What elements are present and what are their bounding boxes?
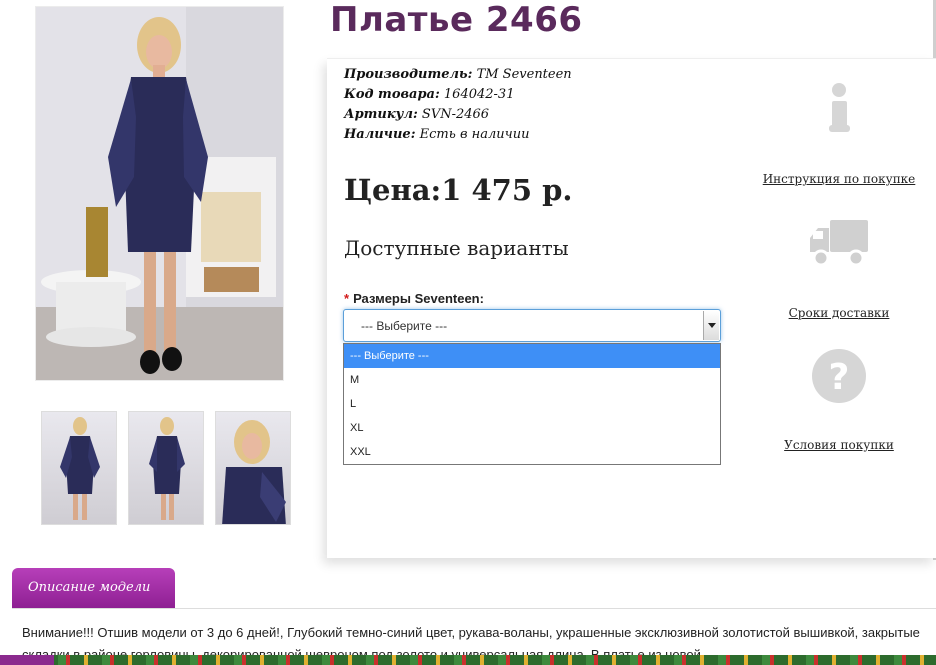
product-thumbnail[interactable] xyxy=(128,411,204,525)
decorative-corner xyxy=(0,655,54,665)
product-title: Платье 2466 xyxy=(330,0,583,40)
product-main-image[interactable] xyxy=(35,6,284,381)
tab-description-label: Описание модели xyxy=(28,580,151,595)
spec-article: Артикул: SVN-2466 xyxy=(344,107,490,122)
chevron-down-icon[interactable] xyxy=(703,311,719,340)
tab-divider xyxy=(12,608,936,609)
required-mark: * xyxy=(344,291,350,306)
size-option-xxl[interactable]: XXL xyxy=(344,440,720,464)
size-select-value: --- Выберите --- xyxy=(361,319,448,333)
sidebar-conditions: ? Условия покупки xyxy=(754,348,924,454)
size-dropdown-list: --- Выберите --- M L XL XXL xyxy=(343,343,721,465)
size-option-m[interactable]: M xyxy=(344,368,720,392)
spec-product-code: Код товара: 164042-31 xyxy=(344,87,515,102)
conditions-link[interactable]: Условия покупки xyxy=(784,438,894,452)
delivery-link[interactable]: Сроки доставки xyxy=(789,306,890,320)
spec-availability: Наличие: Есть в наличии xyxy=(344,127,530,142)
size-option-placeholder[interactable]: --- Выберите --- xyxy=(344,344,720,368)
size-option-xl[interactable]: XL xyxy=(344,416,720,440)
variants-heading: Доступные варианты xyxy=(344,236,569,260)
size-select[interactable]: --- Выберите --- xyxy=(343,309,721,342)
product-price: Цена:1 475 р. xyxy=(344,173,573,207)
sidebar-delivery: Сроки доставки xyxy=(754,218,924,322)
decorative-garland xyxy=(0,655,936,665)
instructions-link[interactable]: Инструкция по покупке xyxy=(763,172,916,186)
size-option-l[interactable]: L xyxy=(344,392,720,416)
spec-manufacturer: Производитель: ТМ Seventeen xyxy=(344,67,572,82)
question-icon: ? xyxy=(812,349,866,403)
info-icon xyxy=(829,83,850,132)
truck-icon xyxy=(810,220,868,267)
tab-description[interactable]: Описание модели xyxy=(12,568,175,609)
svg-text:?: ? xyxy=(829,357,850,398)
product-thumbnail[interactable] xyxy=(215,411,291,525)
sidebar-instructions: Инструкция по покупке xyxy=(754,82,924,188)
size-select-label: * Размеры Seventeen: xyxy=(344,291,484,306)
product-thumbnail[interactable] xyxy=(41,411,117,525)
